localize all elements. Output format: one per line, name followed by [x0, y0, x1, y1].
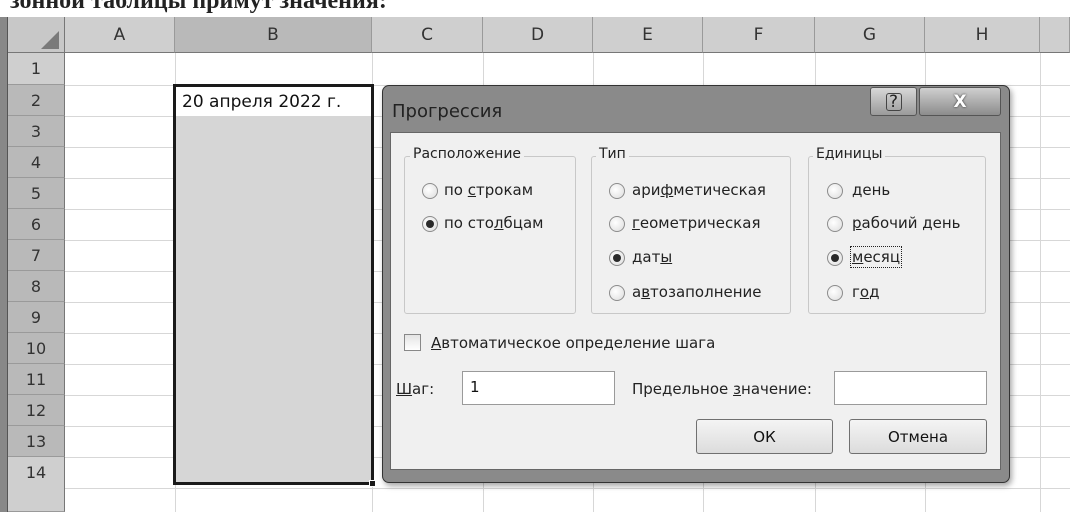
radio-month[interactable] — [827, 250, 843, 266]
row-header-4[interactable]: 4 — [8, 147, 65, 178]
row-header-2[interactable]: 2 — [8, 85, 65, 116]
radio-columns[interactable] — [422, 216, 438, 232]
radio-year-label[interactable]: год — [852, 283, 879, 301]
radio-arithmetic-label[interactable]: арифметическая — [632, 181, 766, 199]
close-icon: X — [953, 91, 967, 112]
select-all-triangle-icon — [41, 31, 59, 49]
radio-geometric[interactable] — [609, 216, 625, 232]
layout-group — [404, 156, 576, 314]
radio-day[interactable] — [827, 183, 843, 199]
column-header-a[interactable]: A — [65, 17, 175, 53]
column-header-d[interactable]: D — [483, 17, 593, 53]
type-group-label: Тип — [596, 146, 629, 162]
layout-group-label: Расположение — [410, 146, 525, 162]
column-header-partial[interactable] — [1040, 17, 1070, 53]
radio-columns-label[interactable]: по столбцам — [444, 214, 543, 232]
column-header-e[interactable]: E — [593, 17, 703, 53]
column-header-f[interactable]: F — [703, 17, 815, 53]
cancel-button[interactable]: Отмена — [849, 419, 987, 454]
column-header-h[interactable]: H — [925, 17, 1040, 53]
row-header-14[interactable]: 14 — [8, 457, 65, 512]
radio-day-label[interactable]: день — [852, 181, 890, 199]
selected-range[interactable] — [173, 84, 374, 485]
row-header-1[interactable]: 1 — [8, 53, 65, 85]
limit-label: Предельное значение: — [632, 380, 812, 398]
row-header-5[interactable]: 5 — [8, 178, 65, 209]
dialog-title: Прогрессия — [392, 101, 503, 122]
document-caption: зонной таблицы примут значения: — [10, 0, 387, 14]
help-icon: ? — [885, 92, 902, 111]
auto-step-checkbox[interactable] — [404, 334, 421, 351]
help-button[interactable]: ? — [870, 87, 917, 116]
column-header-c[interactable]: C — [372, 17, 483, 53]
radio-arithmetic[interactable] — [609, 183, 625, 199]
row-header-9[interactable]: 9 — [8, 302, 65, 333]
radio-autofill-label[interactable]: автозаполнение — [632, 283, 762, 301]
radio-workday[interactable] — [827, 216, 843, 232]
row-header-3[interactable]: 3 — [8, 116, 65, 147]
auto-step-label[interactable]: Автоматическое определение шага — [431, 334, 715, 352]
radio-rows-label[interactable]: по строкам — [444, 181, 533, 199]
gridline — [1040, 53, 1041, 512]
radio-geometric-label[interactable]: геометрическая — [632, 214, 760, 232]
column-header-g[interactable]: G — [815, 17, 925, 53]
radio-rows[interactable] — [422, 183, 438, 199]
ok-button[interactable]: ОК — [696, 419, 833, 454]
radio-month-label[interactable]: месяц — [849, 246, 903, 268]
row-header-6[interactable]: 6 — [8, 209, 65, 240]
row-header-7[interactable]: 7 — [8, 240, 65, 271]
radio-year[interactable] — [827, 285, 843, 301]
gridline — [65, 488, 1070, 489]
row-header-13[interactable]: 13 — [8, 426, 65, 457]
cell-b2[interactable]: 20 апреля 2022 г. — [176, 87, 371, 116]
row-header-12[interactable]: 12 — [8, 395, 65, 426]
close-button[interactable]: X — [919, 87, 1001, 116]
radio-autofill[interactable] — [609, 285, 625, 301]
step-label: Шаг: — [396, 380, 435, 398]
row-header-8[interactable]: 8 — [8, 271, 65, 302]
fill-handle[interactable] — [369, 480, 376, 487]
column-header-b[interactable]: B — [175, 17, 372, 53]
radio-dates-label[interactable]: даты — [632, 248, 672, 266]
row-header-11[interactable]: 11 — [8, 364, 65, 395]
step-input[interactable]: 1 — [462, 371, 615, 405]
units-group-label: Единицы — [813, 146, 886, 162]
left-border — [0, 17, 8, 512]
row-header-10[interactable]: 10 — [8, 333, 65, 364]
limit-input[interactable] — [834, 371, 987, 405]
radio-dates[interactable] — [609, 250, 625, 266]
radio-workday-label[interactable]: рабочий день — [852, 214, 961, 232]
select-all-corner[interactable] — [8, 17, 65, 53]
